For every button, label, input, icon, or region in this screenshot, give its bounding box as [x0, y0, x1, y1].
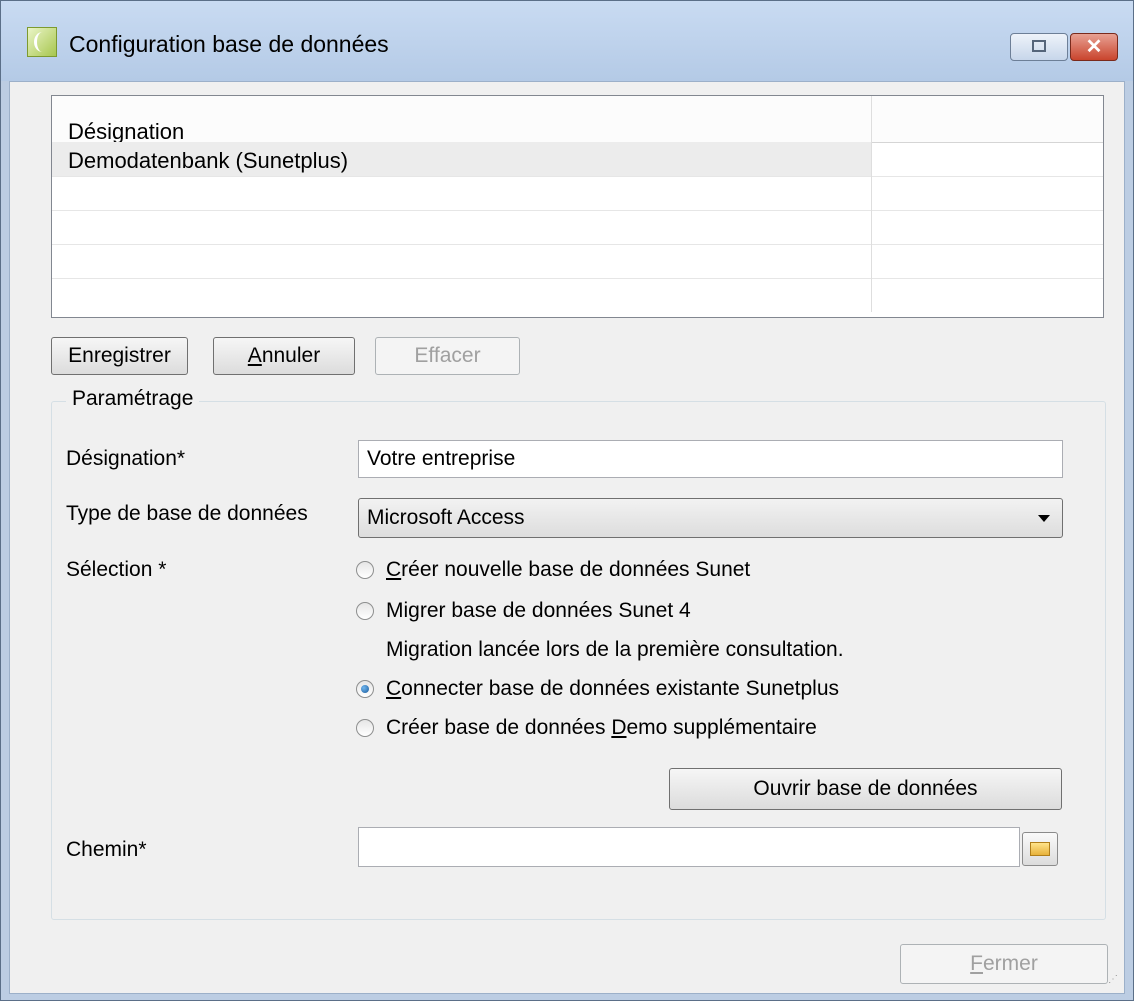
cancel-button[interactable]: Annuler	[213, 337, 355, 375]
radio-button[interactable]	[356, 602, 374, 620]
dialog-window: Configuration base de données ✕ Désignat…	[0, 0, 1134, 1001]
chevron-down-icon	[1038, 515, 1050, 522]
close-button[interactable]: Fermer	[900, 944, 1108, 984]
table-row[interactable]	[52, 278, 1103, 312]
settings-group-title: Paramétrage	[66, 387, 200, 411]
radio-button-checked[interactable]	[356, 680, 374, 698]
path-input[interactable]	[358, 827, 1020, 867]
delete-button[interactable]: Effacer	[375, 337, 520, 375]
path-label: Chemin*	[66, 838, 147, 861]
close-icon: ✕	[1085, 36, 1103, 58]
table-row[interactable]	[52, 176, 1103, 211]
database-list-grid[interactable]: Désignation Demodatenbank (Sunetplus)	[51, 95, 1104, 318]
db-type-select[interactable]: Microsoft Access	[358, 498, 1063, 538]
dialog-client-area: Désignation Demodatenbank (Sunetplus) En…	[9, 81, 1125, 994]
table-row[interactable]: Demodatenbank (Sunetplus)	[52, 142, 1103, 177]
open-database-button[interactable]: Ouvrir base de données	[669, 768, 1062, 810]
selection-label: Sélection *	[66, 558, 167, 581]
radio-button[interactable]	[356, 561, 374, 579]
designation-label: Désignation*	[66, 447, 186, 470]
restore-button[interactable]	[1010, 33, 1068, 61]
grid-header-row: Désignation	[52, 96, 1103, 144]
radio-button[interactable]	[356, 719, 374, 737]
folder-icon	[1030, 842, 1050, 856]
close-window-button[interactable]: ✕	[1070, 33, 1118, 61]
migration-note: Migration lancée lors de la première con…	[386, 638, 844, 661]
save-button[interactable]: Enregistrer	[51, 337, 188, 375]
resize-grip-icon[interactable]: ⋰	[1108, 975, 1120, 989]
db-type-label: Type de base de données	[66, 502, 308, 525]
browse-folder-button[interactable]	[1022, 832, 1058, 866]
table-row[interactable]	[52, 210, 1103, 245]
db-type-value: Microsoft Access	[367, 506, 525, 529]
app-icon	[27, 27, 57, 57]
row-designation: Demodatenbank (Sunetplus)	[68, 148, 349, 173]
designation-input[interactable]: Votre entreprise	[358, 440, 1063, 478]
title-bar[interactable]: Configuration base de données ✕	[1, 1, 1133, 81]
table-row[interactable]	[52, 244, 1103, 279]
window-title: Configuration base de données	[69, 31, 389, 57]
